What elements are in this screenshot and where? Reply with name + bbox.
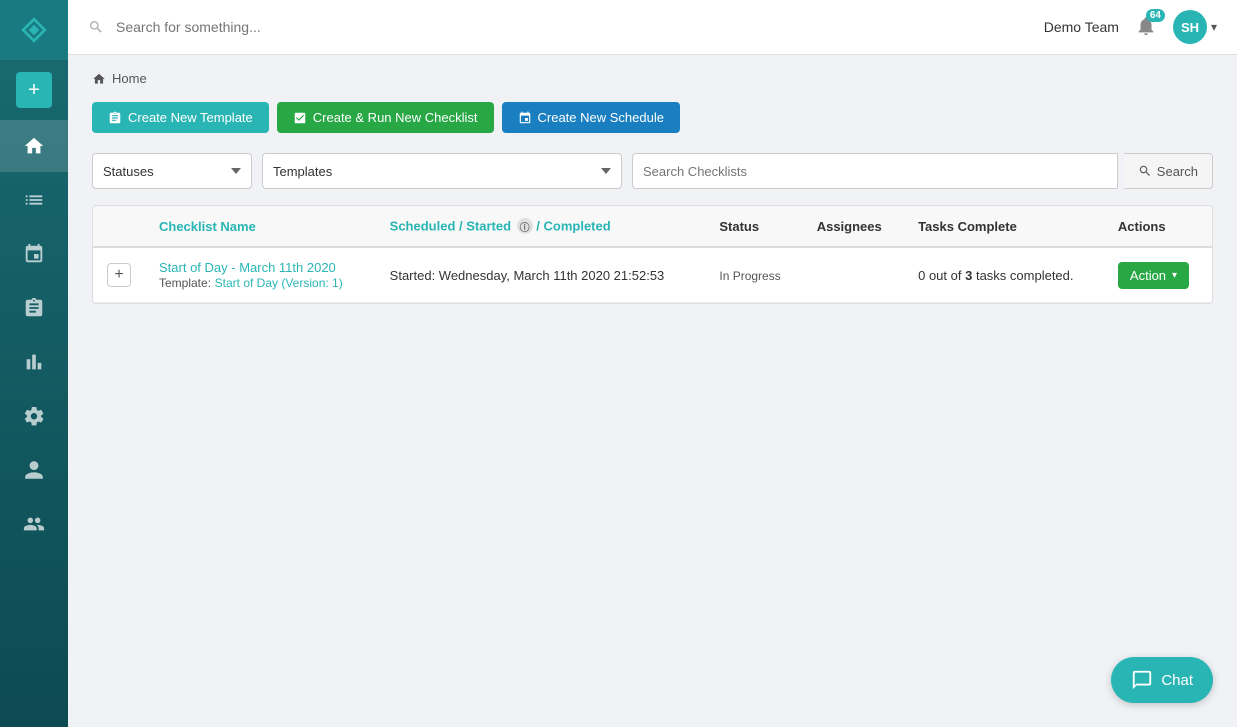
sidebar-logo	[0, 0, 68, 60]
sidebar-item-templates[interactable]	[0, 282, 68, 334]
tasks-out-of: out of	[929, 268, 962, 283]
action-dropdown-button[interactable]: Action ▾	[1118, 262, 1189, 289]
create-schedule-button[interactable]: Create New Schedule	[502, 102, 680, 133]
sidebar-item-settings[interactable]	[0, 390, 68, 442]
search-checklists-wrapper: Search	[632, 153, 1213, 189]
template-label: Template:	[159, 276, 211, 290]
home-icon	[23, 135, 45, 157]
app-logo-icon	[16, 12, 52, 48]
action-caret-icon: ▾	[1172, 270, 1177, 281]
wrench-icon	[23, 405, 45, 427]
chat-label: Chat	[1161, 672, 1193, 689]
sidebar-add-button[interactable]: +	[16, 72, 52, 108]
row-status-cell: In Progress	[705, 247, 802, 303]
notification-badge: 64	[1146, 9, 1165, 22]
checklists-table: Checklist Name Scheduled / Started ⓘ / C…	[93, 206, 1212, 303]
search-btn-label: Search	[1157, 164, 1198, 179]
search-checklists-input[interactable]	[632, 153, 1118, 189]
avatar-dropdown-arrow: ▾	[1211, 20, 1217, 34]
clipboard-icon	[23, 297, 45, 319]
sidebar-item-user[interactable]	[0, 444, 68, 496]
checklists-table-container: Checklist Name Scheduled / Started ⓘ / C…	[92, 205, 1213, 304]
table-row: + Start of Day - March 11th 2020 Templat…	[93, 247, 1212, 303]
template-filter[interactable]: Templates	[262, 153, 622, 189]
row-action-cell: Action ▾	[1104, 247, 1212, 303]
status-filter[interactable]: Statuses	[92, 153, 252, 189]
chat-button[interactable]: Chat	[1111, 657, 1213, 703]
schedule-icon	[518, 111, 532, 125]
bar-chart-icon	[23, 351, 45, 373]
filters-row: Statuses Templates Search	[92, 153, 1213, 189]
sidebar-item-home[interactable]	[0, 120, 68, 172]
breadcrumb-home-label: Home	[112, 71, 147, 86]
schedule-started-text: Started: Wednesday, March 11th 2020 21:5…	[390, 268, 665, 283]
calendar-icon	[23, 243, 45, 265]
row-assignees-cell	[803, 247, 904, 303]
user-icon	[23, 459, 45, 481]
sidebar-item-reports[interactable]	[0, 336, 68, 388]
sidebar-item-checklists[interactable]	[0, 174, 68, 226]
topbar-search-icon	[88, 19, 104, 35]
col-header-checklist-name: Checklist Name	[145, 206, 376, 247]
avatar: SH	[1173, 10, 1207, 44]
tasks-total: 3	[965, 268, 972, 283]
col-header-schedule-started: Scheduled / Started ⓘ / Completed	[376, 206, 706, 247]
list-icon	[23, 189, 45, 211]
create-template-label: Create New Template	[128, 110, 253, 125]
topbar: Demo Team 64 SH ▾	[68, 0, 1237, 55]
create-template-button[interactable]: Create New Template	[92, 102, 269, 133]
chat-bubble-icon	[1131, 669, 1153, 691]
col-header-checkbox	[93, 206, 145, 247]
breadcrumb-home-icon	[92, 72, 106, 86]
content-area: Home Create New Template Create & Run Ne…	[68, 55, 1237, 727]
users-icon	[23, 513, 45, 535]
tasks-label: tasks completed.	[976, 268, 1074, 283]
create-run-checklist-label: Create & Run New Checklist	[313, 110, 478, 125]
row-checklist-name-cell: Start of Day - March 11th 2020 Template:…	[145, 247, 376, 303]
sidebar-item-schedules[interactable]	[0, 228, 68, 280]
row-expand-cell: +	[93, 247, 145, 303]
search-checklists-button[interactable]: Search	[1124, 153, 1213, 189]
create-schedule-label: Create New Schedule	[538, 110, 664, 125]
col-header-status: Status	[705, 206, 802, 247]
sidebar-navigation	[0, 120, 68, 550]
sidebar: +	[0, 0, 68, 727]
create-run-checklist-button[interactable]: Create & Run New Checklist	[277, 102, 494, 133]
team-name: Demo Team	[1044, 19, 1119, 35]
row-expand-button[interactable]: +	[107, 263, 131, 287]
template-version-link[interactable]: Start of Day (Version: 1)	[215, 276, 343, 290]
row-schedule-started-cell: Started: Wednesday, March 11th 2020 21:5…	[376, 247, 706, 303]
action-btn-label: Action	[1130, 268, 1166, 283]
col-header-tasks-complete: Tasks Complete	[904, 206, 1104, 247]
template-icon	[108, 111, 122, 125]
col-header-assignees: Assignees	[803, 206, 904, 247]
checklist-run-icon	[293, 111, 307, 125]
tasks-done: 0	[918, 268, 925, 283]
status-badge: In Progress	[719, 269, 780, 283]
topbar-right: Demo Team 64 SH ▾	[1044, 10, 1217, 44]
avatar-wrapper[interactable]: SH ▾	[1173, 10, 1217, 44]
breadcrumb: Home	[92, 71, 1213, 86]
main-content: Demo Team 64 SH ▾ Home Create New Templa…	[68, 0, 1237, 727]
started-info-icon[interactable]: ⓘ	[517, 218, 533, 234]
action-buttons-row: Create New Template Create & Run New Che…	[92, 102, 1213, 133]
search-btn-icon	[1138, 164, 1152, 178]
row-tasks-cell: 0 out of 3 tasks completed.	[904, 247, 1104, 303]
checklist-name-link[interactable]: Start of Day - March 11th 2020	[159, 260, 336, 275]
topbar-search-input[interactable]	[116, 19, 1032, 35]
table-header-row: Checklist Name Scheduled / Started ⓘ / C…	[93, 206, 1212, 247]
col-header-actions: Actions	[1104, 206, 1212, 247]
sidebar-item-team[interactable]	[0, 498, 68, 550]
notification-bell[interactable]: 64	[1135, 15, 1157, 40]
